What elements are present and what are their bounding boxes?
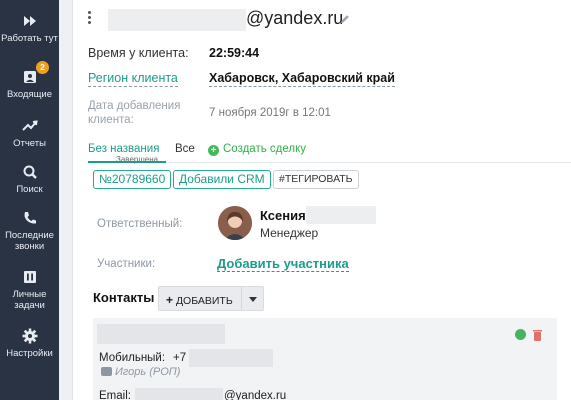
mobile-label: Мобильный: [99, 352, 166, 364]
date-added-label: Дата добавления клиента: [88, 100, 181, 126]
more-menu-icon[interactable] [88, 11, 92, 25]
redacted-phone [189, 349, 273, 367]
client-email-suffix: @yandex.ru [246, 8, 344, 28]
sidebar-item-label: Последние звонки [5, 230, 54, 252]
sidebar-item-personal-tasks[interactable]: Личные задачи [0, 268, 59, 311]
tab-deal-unnamed[interactable]: Без названия [88, 143, 159, 155]
delete-trash-icon[interactable] [533, 328, 542, 341]
contact-card: Мобильный: +7 Игорь (РОП) Email: @yandex… [93, 318, 557, 400]
phone-icon [21, 209, 39, 227]
plus-circle-icon: + [208, 145, 219, 156]
tasks-icon [21, 268, 39, 286]
sidebar-item-label: Входящие [6, 89, 53, 100]
active-tab-underline [88, 161, 166, 163]
fast-forward-icon [21, 12, 39, 30]
sidebar-divider [59, 0, 73, 400]
favorite-star-icon[interactable] [515, 329, 526, 340]
add-participant-link[interactable]: Добавить участника [217, 256, 349, 272]
contact-note-text: Игорь (РОП) [115, 366, 181, 378]
inbox-icon [21, 68, 39, 86]
responsible-role: Менеджер [260, 226, 319, 240]
tab-all[interactable]: Все [175, 143, 195, 155]
gear-icon [21, 327, 39, 345]
inbox-badge: 2 [36, 61, 49, 74]
client-region-label[interactable]: Регион клиента [88, 71, 178, 87]
sidebar-item-inbox[interactable]: 2 Входящие [0, 61, 59, 100]
chevron-down-icon[interactable] [249, 297, 257, 302]
sidebar-item-label: Настройки [6, 348, 53, 359]
tag-action-button[interactable]: #ТЕГИРОВАТЬ [273, 170, 359, 189]
edit-pencil-icon[interactable] [339, 12, 351, 24]
sidebar-item-settings[interactable]: Настройки [0, 327, 59, 359]
trend-chart-icon [21, 117, 39, 135]
redacted-email [135, 388, 223, 400]
add-contact-button[interactable]: + ДОБАВИТЬ [158, 286, 264, 311]
sidebar-item-work-here[interactable]: Работать тут [0, 12, 59, 44]
sidebar-item-label: Поиск [16, 184, 43, 195]
client-region-value[interactable]: Хабаровск, Хабаровский край [209, 71, 395, 87]
create-deal-button[interactable]: + Создать сделку [208, 143, 306, 156]
crm-tag[interactable]: Добавили CRM [173, 170, 271, 189]
redacted-contact-name [97, 324, 225, 344]
client-time-label: Время у клиента: [88, 46, 189, 60]
responsible-name: Ксения [260, 208, 306, 223]
deal-number-tag[interactable]: №20789660 [93, 170, 172, 189]
dropdown-separator [241, 287, 242, 310]
date-added-value: 7 ноября 2019г в 12:01 [209, 107, 331, 119]
avatar[interactable] [218, 206, 252, 240]
create-deal-label: Создать сделку [223, 143, 306, 155]
client-region-value-text: Хабаровск, Хабаровский край [209, 71, 395, 87]
contacts-title: Контакты [93, 290, 155, 305]
client-region-link-text: Регион клиента [88, 71, 178, 87]
sidebar-item-label: Отчеты [13, 138, 46, 149]
client-time-value: 22:59:44 [209, 46, 260, 60]
add-contact-text: ДОБАВИТЬ [175, 295, 233, 307]
contact-note: Игорь (РОП) [101, 366, 180, 378]
sidebar-item-search[interactable]: Поиск [0, 163, 59, 195]
contact-email-suffix[interactable]: @yandex.ru [224, 390, 286, 400]
sidebar-item-label: Работать тут [1, 33, 58, 44]
search-icon [21, 163, 39, 181]
redacted-email-name [108, 9, 246, 31]
add-contact-label: + ДОБАВИТЬ [166, 293, 233, 307]
participants-label: Участники: [97, 258, 156, 270]
redacted-surname [306, 206, 376, 224]
sidebar: Работать тут 2 Входящие Отчеты Поиск Пос… [0, 0, 59, 400]
email-label: Email: [99, 390, 131, 400]
sidebar-item-recent-calls[interactable]: Последние звонки [0, 209, 59, 252]
sidebar-item-reports[interactable]: Отчеты [0, 117, 59, 149]
sidebar-item-label: Личные задачи [12, 289, 47, 311]
responsible-label: Ответственный: [97, 218, 183, 230]
client-card: @yandex.ru Время у клиента: 22:59:44 Рег… [74, 0, 571, 400]
comment-icon [101, 367, 112, 376]
mobile-prefix[interactable]: +7 [173, 352, 186, 364]
